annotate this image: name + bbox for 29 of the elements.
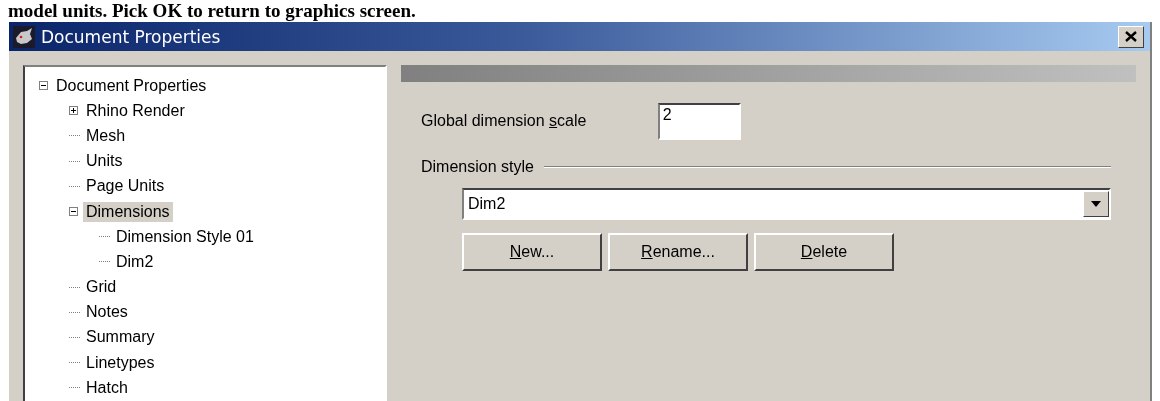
- rhino-icon: [13, 25, 35, 48]
- tree-item[interactable]: Hatch: [83, 377, 131, 398]
- tree-item[interactable]: Notes: [83, 302, 131, 323]
- tree-item[interactable]: Summary: [83, 327, 158, 348]
- close-button[interactable]: [1118, 25, 1144, 48]
- tree-item[interactable]: Linetypes: [83, 352, 158, 373]
- collapse-icon[interactable]: [69, 207, 80, 217]
- tree-item[interactable]: Dim2: [113, 251, 157, 272]
- expand-icon[interactable]: [69, 106, 80, 116]
- tree-item[interactable]: Dimensions: [83, 201, 173, 222]
- close-icon: [1125, 31, 1137, 42]
- tree-item[interactable]: Dimension Style 01: [113, 226, 257, 247]
- window-title: Document Properties: [41, 26, 222, 47]
- action-button[interactable]: Delete: [754, 233, 894, 271]
- tree-item[interactable]: Mesh: [83, 125, 129, 146]
- collapse-icon[interactable]: [39, 81, 50, 91]
- tree-item[interactable]: Document Properties: [53, 75, 210, 96]
- tree-item[interactable]: Units: [83, 151, 126, 172]
- caption-text: model units. Pick OK to return to graphics screen.: [7, 0, 417, 22]
- caret-icon: [1091, 201, 1101, 207]
- action-button[interactable]: Rename...: [608, 233, 748, 271]
- scale-input[interactable]: 2: [657, 102, 741, 140]
- tree-item[interactable]: Grid: [83, 277, 120, 298]
- field-label: Global dimension scale: [421, 112, 587, 130]
- action-button[interactable]: New...: [462, 233, 602, 271]
- group-label: Dimension style: [421, 158, 534, 176]
- tree-item[interactable]: Page Units: [83, 176, 168, 197]
- tree-item[interactable]: Rhino Render: [83, 100, 188, 121]
- style-dropdown[interactable]: Dim2: [462, 188, 1111, 220]
